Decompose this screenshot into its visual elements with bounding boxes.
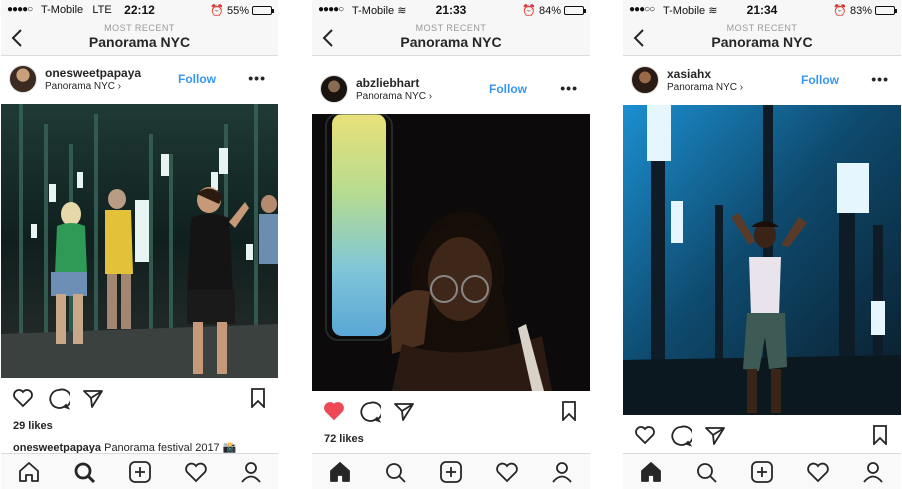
nav-bar: MOST RECENT Panorama NYC: [1, 20, 278, 56]
heart-icon[interactable]: [634, 425, 656, 445]
share-icon[interactable]: [704, 425, 726, 445]
post-username[interactable]: onesweetpapaya: [45, 66, 141, 80]
post-actions: [312, 397, 590, 427]
share-icon[interactable]: [393, 401, 415, 421]
nav-title: Panorama NYC: [88, 34, 191, 50]
more-options-icon[interactable]: •••: [248, 70, 266, 86]
share-icon[interactable]: [82, 388, 104, 408]
more-options-icon[interactable]: •••: [871, 71, 889, 87]
alarm-icon: ⏰: [522, 5, 536, 17]
back-icon[interactable]: [322, 29, 334, 47]
post-header: onesweetpapaya Panorama NYC › Follow •••: [1, 56, 278, 104]
comment-icon[interactable]: [670, 425, 692, 447]
add-icon[interactable]: [750, 461, 774, 483]
tab-bar: [1, 453, 278, 489]
nav-title: Panorama NYC: [400, 34, 502, 50]
bookmark-icon[interactable]: [250, 388, 266, 408]
home-icon[interactable]: [639, 461, 663, 483]
status-bar: ●●●●○ T-Mobile ≋ 21:33 ⏰ 84%: [312, 0, 590, 20]
profile-icon[interactable]: [239, 461, 263, 483]
post-actions: [1, 384, 278, 414]
photo-blue-lights: [623, 105, 901, 415]
profile-icon[interactable]: [550, 461, 574, 483]
add-icon[interactable]: [128, 461, 152, 483]
home-icon[interactable]: [17, 461, 41, 483]
status-bar: ●●●●○ T-Mobile LTE 22:12 ⏰ 55%: [1, 0, 278, 20]
heart-icon[interactable]: [323, 401, 345, 421]
activity-icon[interactable]: [806, 461, 830, 483]
comment-icon[interactable]: [359, 401, 381, 423]
avatar[interactable]: [9, 65, 37, 93]
follow-button[interactable]: Follow: [178, 72, 216, 86]
heart-icon[interactable]: [12, 388, 34, 408]
search-icon[interactable]: [73, 461, 97, 483]
battery-icon: [875, 6, 897, 15]
add-icon[interactable]: [439, 461, 463, 483]
nav-subtitle: MOST RECENT: [415, 23, 487, 33]
battery-percent: 84%: [538, 4, 561, 17]
screen-1: ●●●●○ T-Mobile LTE 22:12 ⏰ 55% MOST RECEN…: [1, 0, 278, 489]
search-icon[interactable]: [695, 461, 719, 483]
post-username[interactable]: xasiahx: [667, 67, 711, 81]
screen-2: ●●●●○ T-Mobile ≋ 21:33 ⏰ 84% MOST RECENT …: [312, 0, 590, 489]
photo-light-column: [312, 114, 590, 391]
back-icon[interactable]: [633, 29, 645, 47]
avatar[interactable]: [631, 66, 659, 94]
nav-title: Panorama NYC: [711, 34, 813, 50]
more-options-icon[interactable]: •••: [560, 80, 578, 96]
bookmark-icon[interactable]: [872, 425, 888, 445]
photo-mirror-maze: [1, 104, 278, 378]
tab-bar: [623, 453, 901, 489]
post-photo[interactable]: [312, 114, 590, 391]
bookmark-icon[interactable]: [561, 401, 577, 421]
screen-3: ●●●○○ T-Mobile ≋ 21:34 ⏰ 83% MOST RECENT …: [623, 0, 901, 489]
search-icon[interactable]: [384, 461, 408, 483]
back-icon[interactable]: [11, 29, 23, 47]
battery-percent: 55%: [226, 4, 249, 17]
post-photo[interactable]: [623, 105, 901, 415]
post-location[interactable]: Panorama NYC ›: [356, 91, 432, 102]
tab-bar: [312, 453, 590, 489]
post-header: xasiahx Panorama NYC › Follow •••: [623, 57, 901, 105]
nav-subtitle: MOST RECENT: [726, 23, 798, 33]
post-location[interactable]: Panorama NYC ›: [667, 82, 743, 93]
post-header: abzliebhart Panorama NYC › Follow •••: [312, 66, 590, 114]
avatar[interactable]: [320, 75, 348, 103]
post-actions: [623, 421, 901, 451]
nav-bar: MOST RECENT Panorama NYC: [623, 20, 901, 56]
nav-bar: MOST RECENT Panorama NYC: [312, 20, 590, 56]
battery-percent: 83%: [849, 4, 872, 17]
likes-count[interactable]: 29 likes: [13, 420, 53, 432]
likes-count[interactable]: 72 likes: [324, 433, 364, 445]
comment-icon[interactable]: [48, 388, 70, 410]
follow-button[interactable]: Follow: [489, 82, 527, 96]
alarm-icon: ⏰: [210, 5, 224, 17]
activity-icon[interactable]: [184, 461, 208, 483]
battery-icon: [252, 6, 274, 15]
post-username[interactable]: abzliebhart: [356, 76, 419, 90]
profile-icon[interactable]: [861, 461, 885, 483]
battery-icon: [564, 6, 586, 15]
home-icon[interactable]: [328, 461, 352, 483]
alarm-icon: ⏰: [833, 5, 847, 17]
follow-button[interactable]: Follow: [801, 73, 839, 87]
activity-icon[interactable]: [495, 461, 519, 483]
status-bar: ●●●○○ T-Mobile ≋ 21:34 ⏰ 83%: [623, 0, 901, 20]
nav-subtitle: MOST RECENT: [104, 23, 175, 33]
post-location[interactable]: Panorama NYC ›: [45, 81, 121, 92]
post-photo[interactable]: [1, 104, 278, 378]
